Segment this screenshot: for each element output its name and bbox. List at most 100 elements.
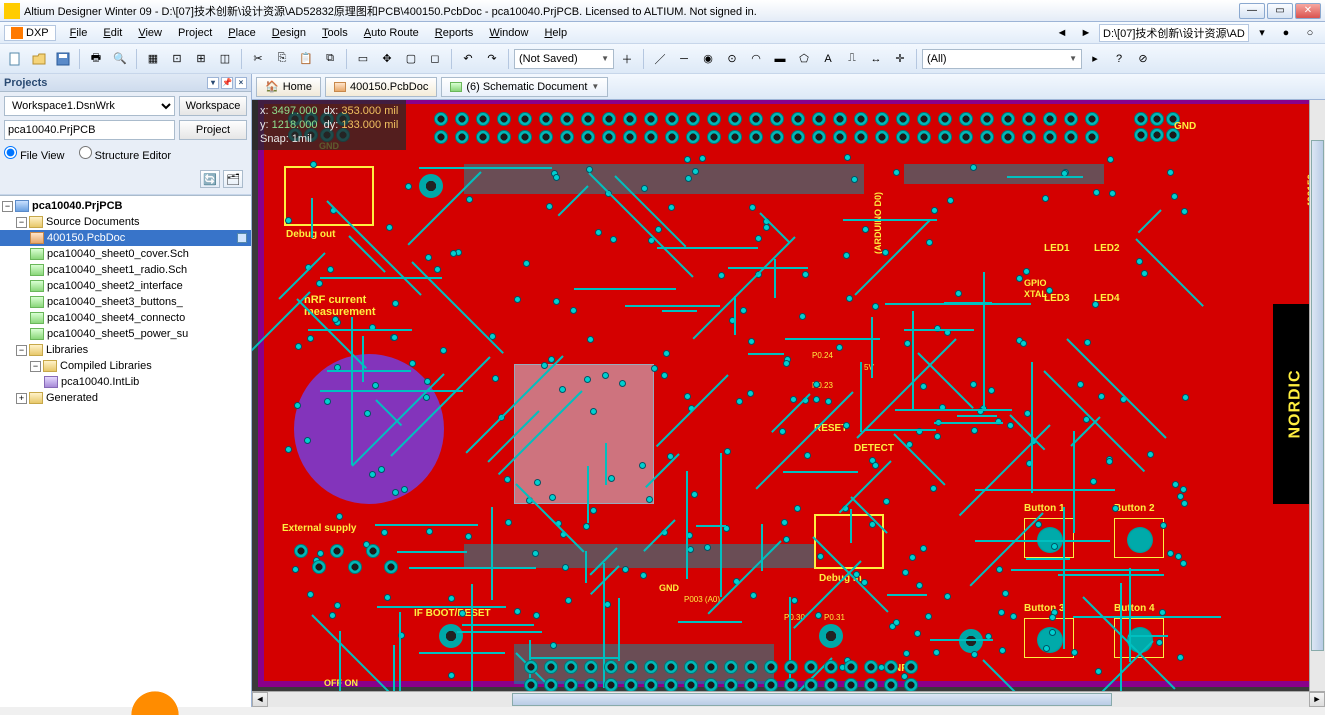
tree-libraries[interactable]: Libraries [46,344,88,356]
menu-window[interactable]: Window [481,25,536,41]
panel-menu-icon[interactable]: ▾ [207,77,219,89]
menu-help[interactable]: Help [536,25,575,41]
tree-doc-2[interactable]: pca10040_sheet1_radio.Sch [47,264,187,276]
menu-project[interactable]: Project [170,25,220,41]
filter-help-icon[interactable]: ? [1108,48,1130,70]
place-string-icon[interactable]: A [817,48,839,70]
select-icon[interactable]: ▭ [352,48,374,70]
save-icon[interactable] [52,48,74,70]
silk-if-boot: IF BOOT/RESET [414,609,491,619]
filter-apply-icon[interactable]: ▸ [1084,48,1106,70]
tree-options-icon[interactable]: 🗂 [223,170,243,188]
place-dimension-icon[interactable]: ↔ [865,48,887,70]
path-stop-icon[interactable]: ○ [1299,22,1321,44]
menu-tools[interactable]: Tools [314,25,356,41]
place-arc-icon[interactable]: ◠ [745,48,767,70]
filter-combo[interactable]: (All)▼ [922,49,1082,69]
button-3 [1024,618,1074,658]
panel-close-icon[interactable]: × [235,77,247,89]
place-coord-icon[interactable]: ✛ [889,48,911,70]
scroll-right-icon[interactable]: ► [1309,692,1325,707]
duplicate-icon[interactable]: ⧉ [319,48,341,70]
doc-open-icon [237,233,247,243]
path-input[interactable] [1099,24,1249,42]
menu-edit[interactable]: Edit [95,25,130,41]
coin-cell [294,354,444,504]
tree-doc-6[interactable]: pca10040_sheet5_power_su [47,328,188,340]
close-button[interactable]: ✕ [1295,3,1321,19]
menu-reports[interactable]: Reports [427,25,482,41]
tree-src-folder[interactable]: Source Documents [46,216,140,228]
scrollbar-vertical[interactable] [1309,100,1325,691]
tree-intlib[interactable]: pca10040.IntLib [61,376,139,388]
menu-place[interactable]: Place [220,25,264,41]
scroll-thumb[interactable] [512,693,1112,706]
zoom-selected-icon[interactable]: ◫ [214,48,236,70]
scroll-left-icon[interactable]: ◄ [252,692,268,707]
file-view-radio[interactable]: File View [4,146,65,162]
pcb-board[interactable]: /*generated below*/ Debug out nRF curren… [262,102,1317,683]
structure-editor-radio[interactable]: Structure Editor [79,146,171,162]
menu-design[interactable]: Design [264,25,314,41]
open-icon[interactable] [28,48,50,70]
deselect-icon[interactable]: ▢ [400,48,422,70]
zoom-fit-icon[interactable]: ⊞ [190,48,212,70]
move-icon[interactable]: ✥ [376,48,398,70]
minimize-button[interactable]: — [1239,3,1265,19]
nav-back-icon[interactable]: ◄ [1051,22,1073,44]
project-tree[interactable]: −pca10040.PrjPCB −Source Documents 40015… [0,195,251,707]
refresh-icon[interactable]: 🔄 [200,170,220,188]
place-poly-icon[interactable]: ⬠ [793,48,815,70]
tree-doc-5[interactable]: pca10040_sheet4_connecto [47,312,185,324]
new-icon[interactable] [4,48,26,70]
scrollbar-horizontal[interactable]: ◄ ► [252,691,1325,707]
maximize-button[interactable]: ▭ [1267,3,1293,19]
filter-label: (All) [927,53,947,65]
menu-autoroute[interactable]: Auto Route [356,25,427,41]
menu-view[interactable]: View [130,25,170,41]
workspace-select[interactable]: Workspace1.DsnWrk [4,96,175,116]
tree-doc-pcb[interactable]: 400150.PcbDoc [47,232,125,244]
menu-file[interactable]: File [62,25,96,41]
place-via-icon[interactable]: ⊙ [721,48,743,70]
place-track-icon[interactable]: ／ [649,48,671,70]
redo-icon[interactable]: ↷ [481,48,503,70]
panel-pin-icon[interactable]: 📌 [221,77,233,89]
dxp-button[interactable]: DXP [4,25,56,41]
snapshot-combo[interactable]: (Not Saved)▼ [514,49,614,69]
place-line-icon[interactable]: ─ [673,48,695,70]
tree-compiled[interactable]: Compiled Libraries [60,360,152,372]
tree-root[interactable]: pca10040.PrjPCB [32,200,123,212]
paste-icon[interactable]: 📋 [295,48,317,70]
project-input[interactable] [4,120,175,140]
tab-dropdown[interactable]: (6) Schematic Document ▼ [441,77,608,97]
window-title: Altium Designer Winter 09 - D:\[07]技术创新\… [24,3,1239,19]
tree-generated[interactable]: Generated [46,392,98,404]
project-button[interactable]: Project [179,120,247,140]
nav-fwd-icon[interactable]: ► [1075,22,1097,44]
doc-options-icon[interactable]: ▦ [142,48,164,70]
pcb-canvas[interactable]: x: 3497.000 dx: 353.000 mil y: 1218.000 … [252,100,1325,691]
filter-clear-icon[interactable]: ⊘ [1132,48,1154,70]
silk-btn1: Button 1 [1024,504,1065,514]
silk-gnd-mid: GND [659,584,679,593]
tree-doc-1[interactable]: pca10040_sheet0_cover.Sch [47,248,189,260]
workspace-button[interactable]: Workspace [179,96,247,116]
cut-icon[interactable]: ✂ [247,48,269,70]
snapshot-add-icon[interactable]: ＋ [616,48,638,70]
tree-doc-4[interactable]: pca10040_sheet3_buttons_ [47,296,183,308]
clear-icon[interactable]: ◻ [424,48,446,70]
path-dropdown-icon[interactable]: ▾ [1251,22,1273,44]
path-go-icon[interactable]: ● [1275,22,1297,44]
tab-active-doc[interactable]: 400150.PcbDoc [325,77,437,97]
place-fill-icon[interactable]: ▬ [769,48,791,70]
tree-doc-3[interactable]: pca10040_sheet2_interface [47,280,183,292]
place-component-icon[interactable]: ⎍ [841,48,863,70]
preview-icon[interactable]: 🔍 [109,48,131,70]
zoom-area-icon[interactable]: ⊡ [166,48,188,70]
undo-icon[interactable]: ↶ [457,48,479,70]
tab-home[interactable]: 🏠 Home [256,77,321,97]
print-icon[interactable]: 🖶 [85,48,107,70]
place-pad-icon[interactable]: ◉ [697,48,719,70]
copy-icon[interactable]: ⎘ [271,48,293,70]
